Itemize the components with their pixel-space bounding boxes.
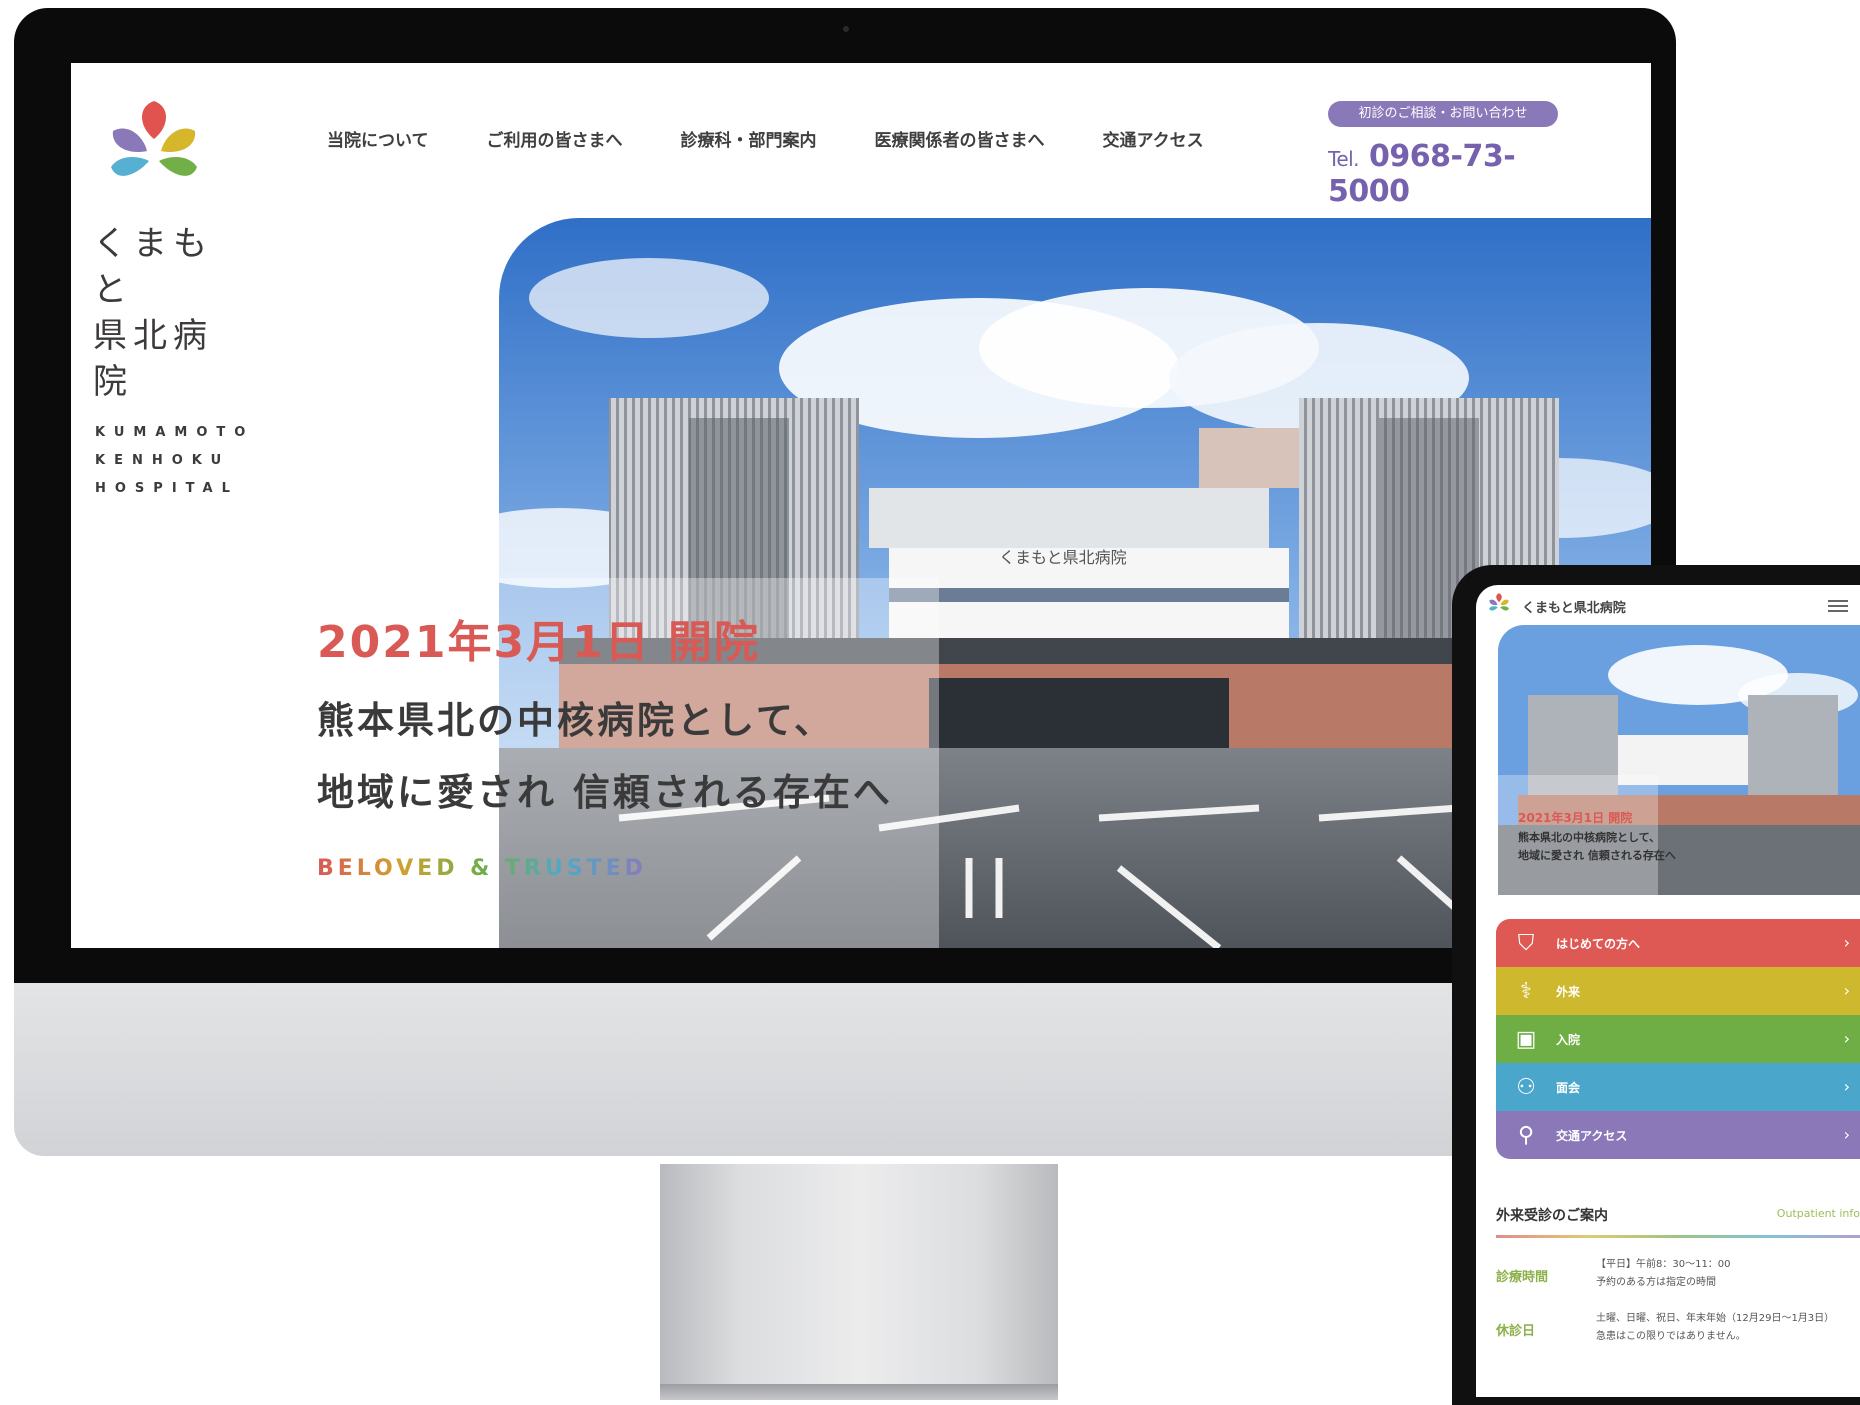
contact-block: 初診のご相談・お問い合わせ Tel. 0968-73-5000 bbox=[1328, 101, 1558, 209]
logo-name-en-1: KUMAMOTO bbox=[95, 425, 255, 440]
info-row: 診療時間 【平日】午前8：30～11：00 予約のある方は指定の時間 bbox=[1496, 1256, 1860, 1292]
mobile-site-title[interactable]: くまもと県北病院 bbox=[1522, 597, 1626, 616]
mobile-header: くまもと県北病院 bbox=[1484, 589, 1854, 623]
rainbow-divider bbox=[1496, 1235, 1860, 1238]
outpatient-info-section: 外来受診のご案内 Outpatient info 診療時間 【平日】午前8：30… bbox=[1496, 1205, 1860, 1346]
hero-opening-date: 2021年3月1日 開院 bbox=[317, 617, 761, 668]
contact-tel[interactable]: Tel. 0968-73-5000 bbox=[1328, 139, 1558, 209]
camera-dot bbox=[843, 26, 849, 32]
mobile-hero-image: 2021年3月1日 開院 熊本県北の中核病院として、 地域に愛され 信頼される存… bbox=[1498, 625, 1860, 895]
nav-item-about[interactable]: 当院について bbox=[327, 126, 429, 151]
card-visiting[interactable]: ⚇ 面会 › bbox=[1496, 1063, 1860, 1111]
hamburger-menu-icon[interactable] bbox=[1828, 597, 1848, 615]
tagline-text: BELOVED & TRUSTED bbox=[317, 856, 647, 881]
info-value-line: 急患はこの限りではありません。 bbox=[1596, 1331, 1746, 1342]
stethoscope-icon: ⚕ bbox=[1520, 978, 1532, 1004]
flower-logo-icon bbox=[111, 101, 197, 176]
monitor-stand bbox=[660, 1164, 1058, 1384]
info-key: 診療時間 bbox=[1496, 1270, 1549, 1285]
chevron-right-icon: › bbox=[1843, 933, 1850, 952]
nav-item-patients[interactable]: ご利用の皆さまへ bbox=[487, 126, 623, 151]
monitor-stand-foot bbox=[660, 1384, 1058, 1400]
info-value-line: 土曜、日曜、祝日、年末年始（12月29日～1月3日） bbox=[1596, 1313, 1835, 1324]
chevron-right-icon: › bbox=[1843, 1077, 1850, 1096]
chevron-right-icon: › bbox=[1843, 1029, 1850, 1048]
card-outpatient[interactable]: ⚕ 外来 › bbox=[1496, 967, 1860, 1015]
mobile-hero-line-2: 地域に愛され 信頼される存在へ bbox=[1518, 849, 1676, 862]
logo-name-jp-1: くまもと bbox=[93, 224, 213, 310]
info-key: 休診日 bbox=[1496, 1324, 1536, 1339]
people-icon: ⚇ bbox=[1516, 1074, 1536, 1100]
logo-name-jp-2: 県北病院 bbox=[93, 316, 213, 402]
global-nav: 当院について ご利用の皆さまへ 診療科・部門案内 医療関係者の皆さまへ 交通アク… bbox=[327, 126, 1262, 151]
access-icon: ⚲ bbox=[1517, 1122, 1535, 1148]
desktop-monitor: くまもと 県北病院 KUMAMOTO KENHOKU HOSPITAL 当院につ… bbox=[14, 8, 1676, 1400]
mobile-hero-line-1: 熊本県北の中核病院として、 bbox=[1518, 831, 1661, 844]
card-label: 外来 bbox=[1556, 984, 1581, 999]
info-value-line: 予約のある方は指定の時間 bbox=[1596, 1277, 1716, 1288]
card-first-visit[interactable]: ⛉ はじめての方へ › bbox=[1496, 919, 1860, 967]
nav-item-medical-professionals[interactable]: 医療関係者の皆さまへ bbox=[875, 126, 1045, 151]
card-label: 交通アクセス bbox=[1556, 1128, 1628, 1143]
chevron-right-icon: › bbox=[1843, 1125, 1850, 1144]
card-inpatient[interactable]: ▣ 入院 › bbox=[1496, 1015, 1860, 1063]
bed-icon: ▣ bbox=[1515, 1026, 1537, 1052]
contact-badge[interactable]: 初診のご相談・お問い合わせ bbox=[1328, 101, 1558, 127]
mobile-hero-date: 2021年3月1日 開院 bbox=[1518, 811, 1633, 825]
monitor-chin bbox=[14, 983, 1676, 1156]
nav-item-departments[interactable]: 診療科・部門案内 bbox=[681, 126, 817, 151]
chevron-right-icon: › bbox=[1843, 981, 1850, 1000]
card-access[interactable]: ⚲ 交通アクセス › bbox=[1496, 1111, 1860, 1159]
hero-line-1: 熊本県北の中核病院として、 bbox=[317, 699, 835, 742]
card-label: 面会 bbox=[1556, 1080, 1581, 1095]
tel-prefix: Tel. bbox=[1328, 147, 1360, 171]
info-value-line: 【平日】午前8：30～11：00 bbox=[1596, 1259, 1731, 1270]
logo-name-en-3: HOSPITAL bbox=[95, 481, 239, 496]
hero-copy: 2021年3月1日 開院 熊本県北の中核病院として、 地域に愛され 信頼される存… bbox=[317, 606, 893, 881]
shield-icon: ⛉ bbox=[1517, 930, 1535, 956]
hero-tagline: BELOVED & TRUSTED bbox=[317, 856, 893, 881]
desktop-screen: くまもと 県北病院 KUMAMOTO KENHOKU HOSPITAL 当院につ… bbox=[71, 63, 1651, 948]
section-title-en[interactable]: Outpatient info bbox=[1777, 1207, 1860, 1220]
logo-name-en-2: KENHOKU bbox=[95, 453, 231, 468]
info-row: 休診日 土曜、日曜、祝日、年末年始（12月29日～1月3日） 急患はこの限りでは… bbox=[1496, 1310, 1860, 1346]
building-sign: くまもと県北病院 bbox=[999, 548, 1127, 567]
info-value: 土曜、日曜、祝日、年末年始（12月29日～1月3日） 急患はこの限りではありませ… bbox=[1596, 1310, 1834, 1346]
card-label: はじめての方へ bbox=[1556, 936, 1641, 951]
mobile-screen: くまもと県北病院 2021年3月1日 開院 熊本県北の中核病院として、 地域に愛… bbox=[1476, 585, 1860, 1397]
nav-item-access[interactable]: 交通アクセス bbox=[1103, 126, 1204, 151]
site-logo[interactable]: くまもと 県北病院 KUMAMOTO KENHOKU HOSPITAL bbox=[89, 91, 249, 503]
card-label: 入院 bbox=[1556, 1032, 1581, 1047]
hero-line-2: 地域に愛され 信頼される存在へ bbox=[317, 771, 893, 814]
flower-logo-icon bbox=[1489, 593, 1509, 611]
info-value: 【平日】午前8：30～11：00 予約のある方は指定の時間 bbox=[1596, 1256, 1731, 1292]
mobile-menu-cards: ⛉ はじめての方へ › ⚕ 外来 › ▣ 入院 › ⚇ 面会 › ⚲ 交通アクセ… bbox=[1496, 919, 1860, 1159]
